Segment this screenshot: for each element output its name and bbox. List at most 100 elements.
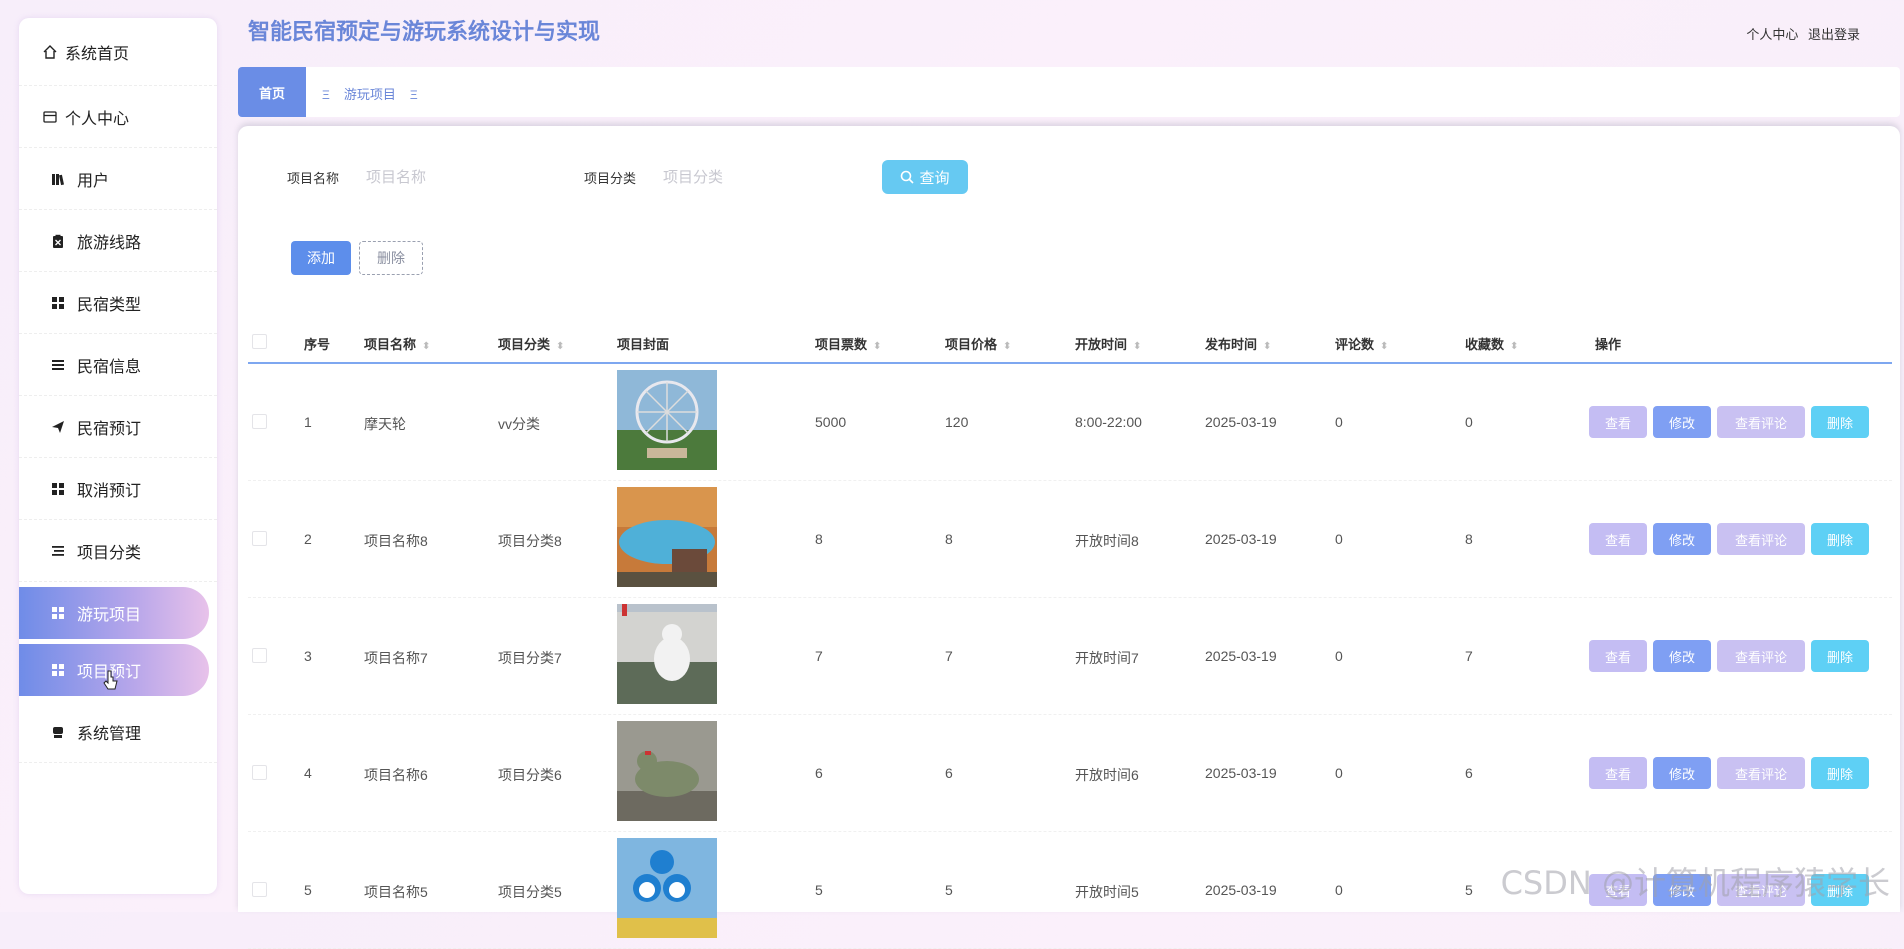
sidebar-item-play-projects[interactable]: 游玩项目: [19, 587, 209, 639]
view-button[interactable]: 查看: [1589, 406, 1647, 438]
cell-price: 6: [945, 765, 953, 781]
select-all-checkbox[interactable]: [252, 334, 267, 349]
delete-button[interactable]: 删除: [1811, 406, 1869, 438]
sidebar-item-label: 旅游线路: [77, 234, 142, 252]
sidebar: 系统首页 个人中心 用户 旅游线路 民宿类型 民宿信息 民宿预订 取消预订 项目…: [19, 18, 217, 894]
sidebar-item-label: 取消预订: [77, 482, 142, 500]
table-row: 4 项目名称6 项目分类6 6 6 开放时间6 2025-03-19 0 6 查看 修改 查看评论 删除: [248, 715, 1892, 832]
view-comments-button[interactable]: 查看评论: [1717, 757, 1805, 789]
sort-icon[interactable]: ⬍: [1003, 341, 1011, 352]
row-checkbox[interactable]: [252, 765, 267, 780]
sort-icon[interactable]: ⬍: [1133, 341, 1141, 352]
cell-publish-date: 2025-03-19: [1205, 414, 1277, 430]
main-content: 项目名称 项目分类 查询 添加 删除 序号 项目名称 ⬍ 项目分类 ⬍ 项目封面 项…: [238, 126, 1900, 949]
view-comments-button[interactable]: 查看评论: [1717, 640, 1805, 672]
table-header: 序号 项目名称 ⬍ 项目分类 ⬍ 项目封面 项目票数 ⬍ 项目价格 ⬍ 开放时间 ⬍ 发布…: [248, 320, 1892, 364]
edit-button[interactable]: 修改: [1653, 640, 1711, 672]
edit-button[interactable]: 修改: [1653, 406, 1711, 438]
edit-button[interactable]: 修改: [1653, 523, 1711, 555]
tab-label: 游玩项目: [343, 87, 396, 102]
cell-name: 摩天轮: [364, 416, 406, 432]
sidebar-item-users[interactable]: 用户: [19, 148, 217, 210]
cell-no: 1: [304, 414, 312, 430]
sort-icon[interactable]: ⬍: [873, 341, 881, 352]
cover-image[interactable]: [617, 838, 717, 938]
cover-image[interactable]: [617, 370, 717, 470]
row-checkbox[interactable]: [252, 648, 267, 663]
col-category[interactable]: 项目分类 ⬍: [498, 334, 564, 353]
cell-no: 3: [304, 648, 312, 664]
project-name-input[interactable]: [364, 162, 528, 192]
sidebar-item-label: 个人中心: [65, 110, 130, 128]
col-comments[interactable]: 评论数 ⬍: [1335, 334, 1388, 353]
grid-icon: [49, 661, 67, 679]
project-category-input[interactable]: [661, 162, 825, 192]
cover-image[interactable]: [617, 604, 717, 704]
sort-icon[interactable]: ⬍: [556, 341, 564, 352]
cell-no: 4: [304, 765, 312, 781]
sidebar-item-routes[interactable]: 旅游线路: [19, 210, 217, 272]
row-checkbox[interactable]: [252, 531, 267, 546]
logout-link[interactable]: 退出登录: [1808, 27, 1860, 42]
view-button[interactable]: 查看: [1589, 523, 1647, 555]
sidebar-item-home[interactable]: 系统首页: [19, 18, 217, 86]
sidebar-item-profile[interactable]: 个人中心: [19, 86, 217, 148]
cover-image[interactable]: [617, 721, 717, 821]
row-checkbox[interactable]: [252, 414, 267, 429]
cell-publish-date: 2025-03-19: [1205, 882, 1277, 898]
tab-play-projects[interactable]: Ξ 游玩项目 Ξ: [322, 84, 432, 103]
col-favorites[interactable]: 收藏数 ⬍: [1465, 334, 1518, 353]
view-comments-button[interactable]: 查看评论: [1717, 406, 1805, 438]
profile-link[interactable]: 个人中心: [1746, 27, 1798, 42]
sidebar-item-project-booking[interactable]: 项目预订: [19, 644, 209, 696]
sort-icon[interactable]: ⬍: [1380, 341, 1388, 352]
delete-button[interactable]: 删除: [1811, 757, 1869, 789]
project-category-label: 项目分类: [584, 171, 637, 186]
sidebar-item-label: 民宿类型: [77, 296, 142, 314]
edit-button[interactable]: 修改: [1653, 757, 1711, 789]
sort-icon[interactable]: ⬍: [1263, 341, 1271, 352]
sort-icon[interactable]: ⬍: [1510, 341, 1518, 352]
row-actions: 查看 修改 查看评论 删除: [1589, 406, 1869, 438]
query-button[interactable]: 查询: [882, 160, 968, 194]
batch-delete-button[interactable]: 删除: [359, 241, 423, 275]
col-label: 评论数: [1335, 337, 1375, 352]
col-label: 项目票数: [815, 337, 868, 352]
view-button[interactable]: 查看: [1589, 640, 1647, 672]
sidebar-item-cancel-booking[interactable]: 取消预订: [19, 458, 217, 520]
sidebar-item-homestay-types[interactable]: 民宿类型: [19, 272, 217, 334]
col-open-time[interactable]: 开放时间 ⬍: [1075, 334, 1141, 353]
view-button[interactable]: 查看: [1589, 757, 1647, 789]
col-publish-date[interactable]: 发布时间 ⬍: [1205, 334, 1271, 353]
sidebar-item-homestay-booking[interactable]: 民宿预订: [19, 396, 217, 458]
cell-comments: 0: [1335, 882, 1343, 898]
row-checkbox[interactable]: [252, 882, 267, 897]
delete-button[interactable]: 删除: [1811, 523, 1869, 555]
row-actions: 查看 修改 查看评论 删除: [1589, 640, 1869, 672]
cell-publish-date: 2025-03-19: [1205, 765, 1277, 781]
col-actions: 操作: [1595, 337, 1622, 352]
tab-home[interactable]: 首页: [238, 67, 306, 117]
col-tickets[interactable]: 项目票数 ⬍: [815, 334, 881, 353]
cell-price: 7: [945, 648, 953, 664]
sidebar-item-homestay-info[interactable]: 民宿信息: [19, 334, 217, 396]
add-button[interactable]: 添加: [291, 241, 351, 275]
sidebar-item-project-category[interactable]: 项目分类: [19, 520, 217, 582]
sidebar-item-label: 系统管理: [77, 725, 142, 743]
card-icon: [41, 108, 59, 126]
delete-button[interactable]: 删除: [1811, 640, 1869, 672]
header: 智能民宿预定与游玩系统设计与实现 个人中心 退出登录: [240, 0, 1904, 64]
books-icon: [49, 170, 67, 188]
menu-icon[interactable]: Ξ: [410, 88, 418, 102]
cell-no: 5: [304, 882, 312, 898]
sidebar-item-label: 民宿预订: [77, 420, 142, 438]
col-price[interactable]: 项目价格 ⬍: [945, 334, 1011, 353]
cell-name: 项目名称6: [364, 767, 428, 783]
col-name[interactable]: 项目名称 ⬍: [364, 334, 430, 353]
sidebar-item-system-management[interactable]: 系统管理: [19, 701, 217, 763]
sort-icon[interactable]: ⬍: [422, 341, 430, 352]
view-comments-button[interactable]: 查看评论: [1717, 523, 1805, 555]
cell-open-time: 8:00-22:00: [1075, 414, 1142, 430]
cover-image[interactable]: [617, 487, 717, 587]
cell-open-time: 开放时间8: [1075, 533, 1139, 549]
